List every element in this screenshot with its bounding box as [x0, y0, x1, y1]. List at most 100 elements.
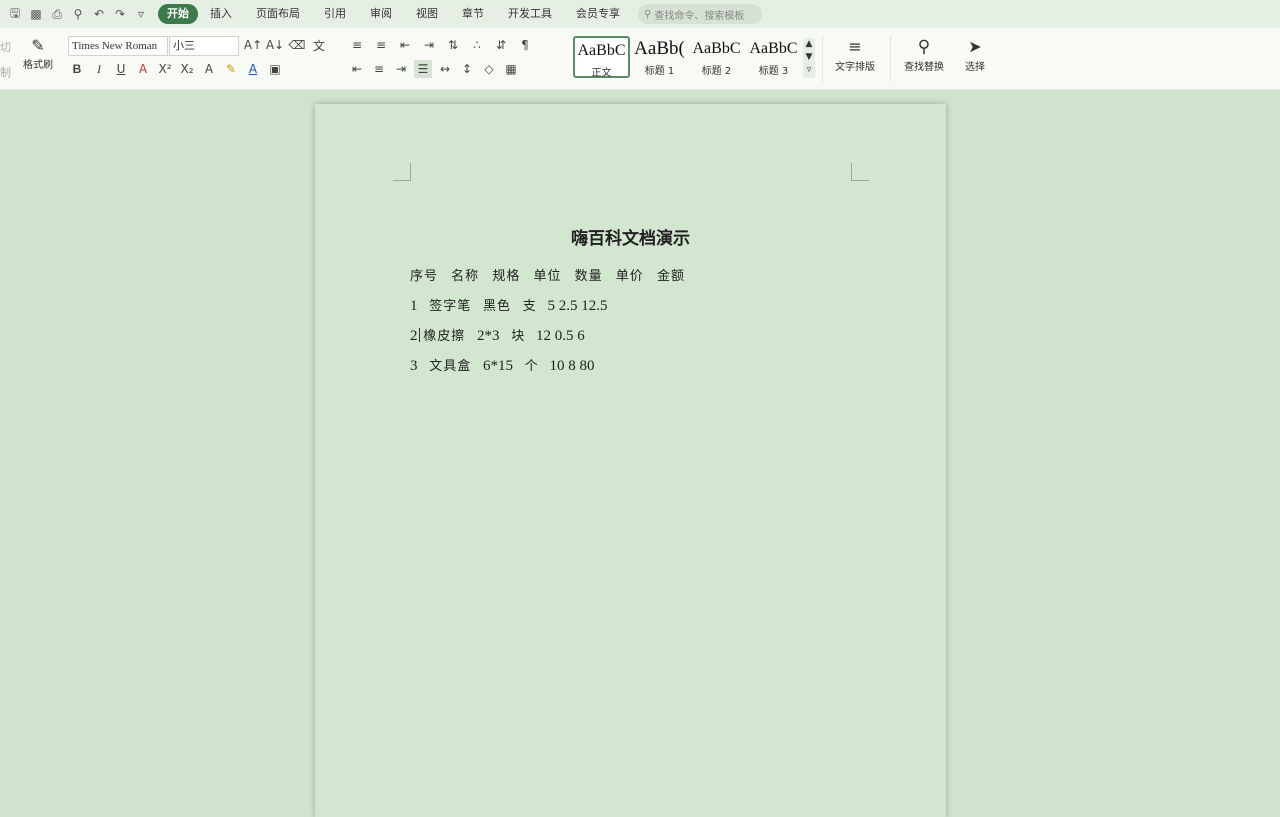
undo-icon[interactable]: ↶ — [90, 5, 108, 23]
subscript-icon[interactable]: X₂ — [178, 60, 196, 78]
phonetic-guide-icon[interactable]: 文 — [310, 36, 328, 54]
text-layout-button[interactable]: ≡ 文字排版 — [829, 36, 881, 73]
document-page[interactable]: 嗨百科文档演示 序号 名称 规格 单位 数量 单价 金额 1 签字笔 黑色 支 … — [315, 104, 946, 817]
shrink-font-icon[interactable]: A↓ — [266, 36, 284, 54]
print-preview-icon[interactable]: ⚲ — [69, 5, 87, 23]
row-cell: 块 — [511, 329, 525, 344]
search-placeholder: 查找命令、搜索模板 — [654, 10, 745, 22]
margin-corner-top-right — [851, 163, 869, 181]
row-cell: 2 — [410, 328, 418, 344]
header-cell: 序号 — [410, 269, 439, 284]
data-line: 3 文具盒 6*15 个 10 8 80 — [410, 355, 603, 375]
decrease-indent-icon[interactable]: ⇤ — [396, 36, 414, 54]
tab-references[interactable]: 引用 — [312, 4, 358, 24]
tab-review[interactable]: 审阅 — [358, 4, 404, 24]
style-heading-1-sample: AaBb( — [634, 38, 685, 59]
style-heading-3-label: 标题 3 — [758, 66, 789, 77]
row-cell: 5 2.5 12.5 — [547, 298, 608, 314]
row-cell: 2*3 — [477, 328, 500, 344]
style-normal[interactable]: AaBbC 正文 — [573, 36, 630, 79]
font-color-icon[interactable]: A — [244, 60, 262, 78]
customize-toolbar-icon[interactable]: ▿ — [132, 5, 150, 23]
copy-button[interactable]: 制 — [0, 64, 11, 80]
ribbon-home: 切 制 ✎ 格式刷 Times New Roman 小三 A↑ A↓ ⌫ 文 B… — [0, 28, 1280, 90]
line-spacing-icon[interactable]: ↕ — [458, 60, 476, 78]
print-icon[interactable]: ⎙ — [48, 5, 66, 23]
quick-access-toolbar: 🖫 ▩ ⎙ ⚲ ↶ ↷ ▿ — [0, 5, 150, 23]
italic-icon[interactable]: I — [90, 60, 108, 78]
find-replace-label: 查找替换 — [904, 62, 944, 73]
row-cell: 黑色 — [483, 299, 512, 314]
header-cell: 数量 — [574, 269, 603, 284]
text-layout-label: 文字排版 — [835, 62, 875, 73]
styles-more-button[interactable]: ▲ ▼ ▿ — [803, 38, 815, 78]
bullet-list-icon[interactable]: ≡ — [348, 36, 366, 54]
header-cell: 单位 — [533, 269, 562, 284]
row-cell: 个 — [524, 359, 538, 374]
tab-insert[interactable]: 插入 — [198, 4, 244, 24]
chinese-layout-icon[interactable]: ⇅ — [444, 36, 462, 54]
cut-button[interactable]: 切 — [0, 39, 11, 55]
text-effect-icon[interactable]: A — [200, 60, 218, 78]
header-cell: 单价 — [615, 269, 644, 284]
tab-developer-tools[interactable]: 开发工具 — [496, 4, 564, 24]
style-heading-2-sample: AaBbC — [692, 40, 741, 57]
select-button[interactable]: ➤ 选择 — [957, 36, 993, 73]
tab-chapter[interactable]: 章节 — [450, 4, 496, 24]
format-painter-icon: ✎ — [31, 36, 45, 55]
tab-page-layout[interactable]: 页面布局 — [244, 4, 312, 24]
command-search-box[interactable]: ⚲ 查找命令、搜索模板 — [638, 4, 762, 24]
margin-corner-top-left — [393, 163, 411, 181]
numbered-list-icon[interactable]: ≡ — [372, 36, 390, 54]
grow-font-icon[interactable]: A↑ — [244, 36, 262, 54]
style-heading-2-label: 标题 2 — [701, 66, 732, 77]
tab-member[interactable]: 会员专享 — [564, 4, 632, 24]
char-shading-icon[interactable]: ▣ — [266, 60, 284, 78]
underline-icon[interactable]: U — [112, 60, 130, 78]
export-pdf-icon[interactable]: ▩ — [27, 5, 45, 23]
format-painter-label: 格式刷 — [23, 60, 53, 71]
show-marks-icon[interactable]: ¶ — [516, 36, 534, 54]
sort-icon[interactable]: ⇵ — [492, 36, 510, 54]
bold-icon[interactable]: B — [68, 60, 86, 78]
text-direction-icon[interactable]: ∴ — [468, 36, 486, 54]
superscript-icon[interactable]: X² — [156, 60, 174, 78]
tab-home[interactable]: 开始 — [158, 4, 198, 24]
document-title: 嗨百科文档演示 — [571, 229, 690, 249]
format-painter-button[interactable]: ✎ 格式刷 — [20, 36, 56, 71]
data-line: 2 橡皮擦 2*3 块 12 0.5 6 — [410, 325, 593, 345]
menu-tab-bar: 🖫 ▩ ⎙ ⚲ ↶ ↷ ▿ 开始 插入 页面布局 引用 审阅 视图 章节 开发工… — [0, 0, 1280, 28]
data-line: 1 签字笔 黑色 支 5 2.5 12.5 — [410, 295, 616, 315]
row-cell: 签字笔 — [429, 299, 472, 314]
divider — [822, 36, 823, 82]
font-size-select[interactable]: 小三 — [169, 36, 239, 56]
divider — [890, 36, 891, 82]
style-heading-2[interactable]: AaBbC 标题 2 — [688, 36, 745, 78]
shading-icon[interactable]: ◇ — [480, 60, 498, 78]
row-cell: 1 — [410, 298, 418, 314]
justify-icon[interactable]: ☰ — [414, 60, 432, 78]
tab-view[interactable]: 视图 — [404, 4, 450, 24]
search-icon: ⚲ — [644, 8, 652, 20]
style-normal-label: 正文 — [591, 68, 612, 79]
style-normal-sample: AaBbC — [577, 42, 626, 59]
align-left-icon[interactable]: ⇤ — [348, 60, 366, 78]
borders-icon[interactable]: ▦ — [502, 60, 520, 78]
header-cell: 规格 — [492, 269, 521, 284]
redo-icon[interactable]: ↷ — [111, 5, 129, 23]
select-label: 选择 — [965, 62, 985, 73]
align-center-icon[interactable]: ≡ — [370, 60, 388, 78]
save-icon[interactable]: 🖫 — [6, 5, 24, 23]
clear-format-icon[interactable]: ⌫ — [288, 36, 306, 54]
magnifier-icon: ⚲ — [917, 37, 931, 57]
find-replace-button[interactable]: ⚲ 查找替换 — [898, 36, 950, 73]
style-heading-1[interactable]: AaBb( 标题 1 — [631, 36, 688, 78]
style-heading-3[interactable]: AaBbC 标题 3 — [745, 36, 802, 78]
row-cell: 橡皮擦 — [423, 329, 466, 344]
font-name-select[interactable]: Times New Roman — [68, 36, 168, 56]
increase-indent-icon[interactable]: ⇥ — [420, 36, 438, 54]
font-effect-icon[interactable]: A — [134, 60, 152, 78]
distributed-icon[interactable]: ↔ — [436, 60, 454, 78]
highlight-icon[interactable]: ✎ — [222, 60, 240, 78]
align-right-icon[interactable]: ⇥ — [392, 60, 410, 78]
